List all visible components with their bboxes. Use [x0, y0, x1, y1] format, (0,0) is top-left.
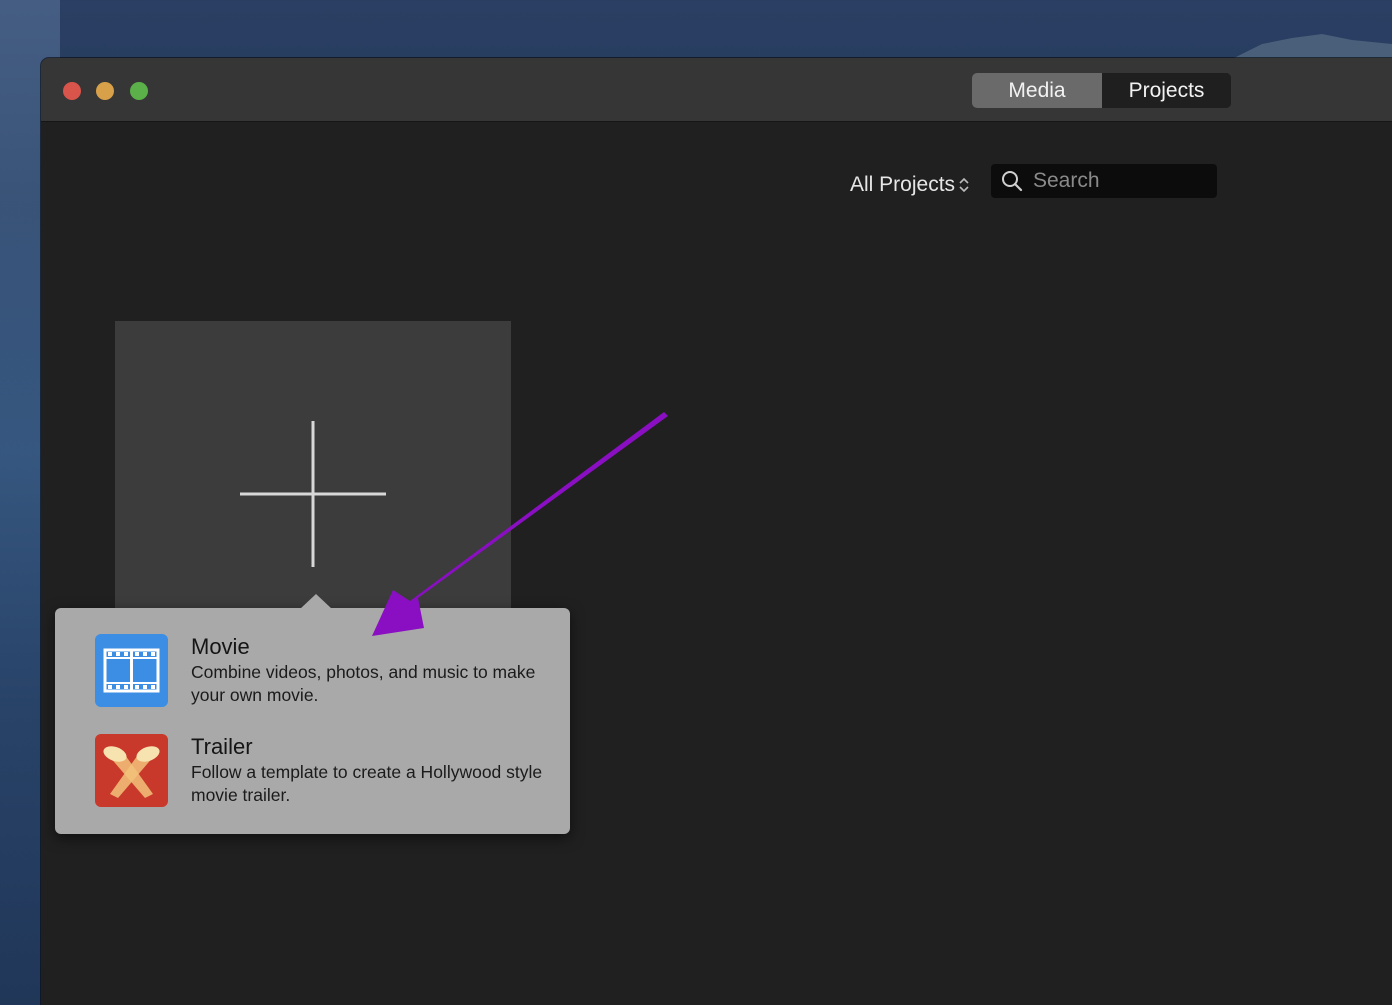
zoom-button[interactable]: [130, 82, 148, 100]
popover-pointer: [300, 594, 332, 609]
option-description: Combine videos, photos, and music to mak…: [191, 662, 536, 705]
title-bar: Media Projects: [41, 58, 1392, 122]
option-title: Trailer: [191, 734, 253, 759]
tab-projects[interactable]: Projects: [1102, 73, 1231, 108]
search-input[interactable]: [1031, 168, 1215, 194]
projects-filter-popup[interactable]: All Projects: [850, 172, 970, 198]
close-button[interactable]: [63, 82, 81, 100]
search-icon: [1002, 171, 1023, 192]
minimize-button[interactable]: [96, 82, 114, 100]
search-field[interactable]: [991, 164, 1217, 198]
option-trailer[interactable]: Trailer Follow a template to create a Ho…: [95, 734, 555, 808]
option-description: Follow a template to create a Hollywood …: [191, 762, 543, 805]
view-switcher: Media Projects: [972, 73, 1231, 108]
create-new-project-tile[interactable]: [115, 321, 511, 621]
new-project-popover: Movie Combine videos, photos, and music …: [55, 594, 570, 834]
plus-icon: [240, 421, 386, 567]
updown-chevron-icon: [959, 177, 969, 193]
film-strip-icon: [95, 634, 168, 707]
filter-label: All Projects: [850, 173, 956, 196]
option-title: Movie: [191, 634, 250, 659]
spotlights-icon: [95, 734, 168, 807]
imovie-window: Media Projects All Projects Search Movie…: [41, 58, 1392, 1005]
tab-media[interactable]: Media: [972, 73, 1102, 108]
option-movie[interactable]: Movie Combine videos, photos, and music …: [95, 634, 555, 708]
